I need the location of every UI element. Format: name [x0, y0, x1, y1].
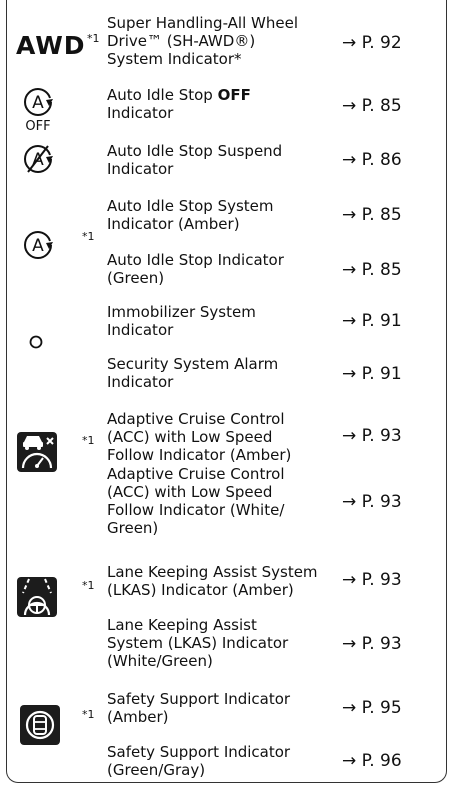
page-reference-link[interactable]: → P. 93 [342, 570, 402, 590]
row-immobilizer-description: Immobilizer System Indicator [107, 303, 256, 339]
page-reference-link[interactable]: → P. 85 [342, 96, 402, 116]
auto-idle-stop-letter: A [32, 93, 44, 113]
row-safety-amber-description: Safety Support Indicator (Amber) [107, 690, 291, 726]
row-idle-system-amber-description: Auto Idle Stop System Indicator (Amber) [107, 197, 274, 233]
auto-idle-stop-off-icon: A OFF [24, 88, 53, 134]
page-reference-link[interactable]: → P. 93 [342, 426, 402, 446]
page-reference-link[interactable]: → P. 91 [342, 311, 402, 331]
row-idle-suspend-description: Auto Idle Stop Suspend Indicator [107, 142, 283, 178]
page-reference-link[interactable]: → P. 91 [342, 364, 402, 384]
row-awd-description: Super Handling-All Wheel Drive™ (SH-AWD®… [107, 14, 298, 68]
footnote-marker: *1 [82, 579, 95, 592]
off-label: OFF [25, 119, 50, 134]
row-lkas-white-green-description: Lane Keeping Assist System (LKAS) Indica… [107, 616, 289, 670]
row-lkas-amber-description: Lane Keeping Assist System (LKAS) Indica… [107, 563, 318, 599]
safety-support-icon [20, 705, 60, 745]
acc-low-speed-follow-icon [17, 432, 57, 472]
auto-idle-stop-letter: A [32, 236, 44, 256]
row-idle-green-description: Auto Idle Stop Indicator (Green) [107, 251, 284, 287]
footnote-marker: *1 [82, 230, 95, 243]
page-reference-link[interactable]: → P. 95 [342, 698, 402, 718]
footnote-marker: *1 [82, 434, 95, 447]
footnote-marker: *1 [82, 708, 95, 721]
page-reference-link[interactable]: → P. 92 [342, 33, 402, 53]
page-reference-link[interactable]: → P. 96 [342, 751, 402, 771]
page-reference-link[interactable]: → P. 86 [342, 150, 402, 170]
row-security-alarm-description: Security System Alarm Indicator [107, 355, 279, 391]
page-reference-link[interactable]: → P. 93 [342, 634, 402, 654]
page-reference-link[interactable]: → P. 93 [342, 492, 402, 512]
row-idle-off-description: Auto Idle Stop OFF Indicator [107, 86, 251, 122]
page-reference-link[interactable]: → P. 85 [342, 205, 402, 225]
page-reference-link[interactable]: → P. 85 [342, 260, 402, 280]
immobilizer-icon [29, 335, 43, 349]
row-acc-amber-description: Adaptive Cruise Control (ACC) with Low S… [107, 410, 292, 464]
footnote-marker: *1 [87, 32, 100, 45]
row-safety-green-gray-description: Safety Support Indicator (Green/Gray) [107, 743, 291, 779]
lkas-icon [17, 577, 57, 617]
auto-idle-stop-suspend-icon: A [24, 145, 53, 173]
awd-icon: AWD [16, 31, 86, 60]
row-acc-white-green-description: Adaptive Cruise Control (ACC) with Low S… [107, 465, 285, 537]
auto-idle-stop-icon: A [24, 231, 53, 259]
